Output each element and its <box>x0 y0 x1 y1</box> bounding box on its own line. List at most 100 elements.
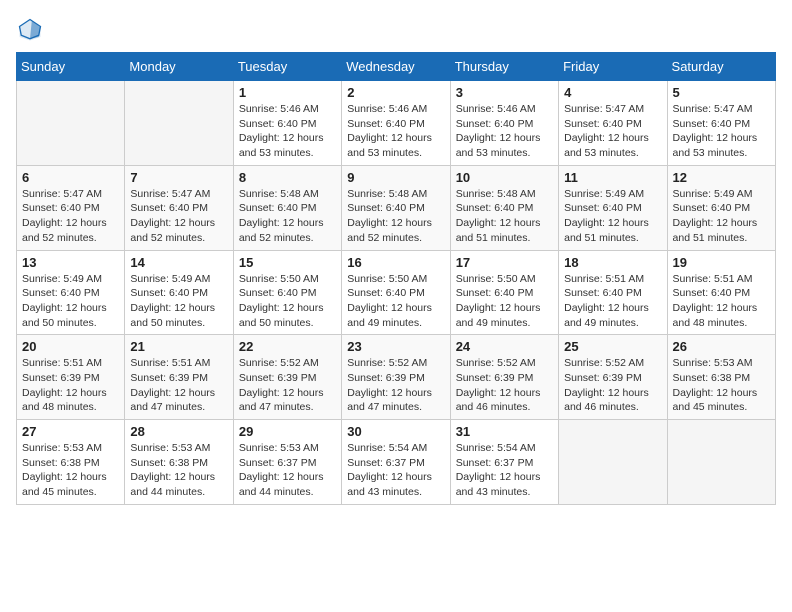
day-number: 1 <box>239 85 336 100</box>
logo-icon <box>16 16 44 44</box>
day-info: Sunrise: 5:48 AM Sunset: 6:40 PM Dayligh… <box>239 187 336 246</box>
col-header-friday: Friday <box>559 53 667 81</box>
day-info: Sunrise: 5:49 AM Sunset: 6:40 PM Dayligh… <box>130 272 227 331</box>
day-info: Sunrise: 5:52 AM Sunset: 6:39 PM Dayligh… <box>347 356 444 415</box>
col-header-sunday: Sunday <box>17 53 125 81</box>
calendar-cell: 9 Sunrise: 5:48 AM Sunset: 6:40 PM Daylig… <box>342 165 450 250</box>
calendar-cell: 3Sunrise: 5:46 AM Sunset: 6:40 PM Daylig… <box>450 81 558 166</box>
day-number: 17 <box>456 255 553 270</box>
calendar-cell: 12Sunrise: 5:49 AM Sunset: 6:40 PM Dayli… <box>667 165 775 250</box>
calendar-cell: 26 Sunrise: 5:53 AM Sunset: 6:38 PM Dayli… <box>667 335 775 420</box>
day-number: 13 <box>22 255 119 270</box>
col-header-thursday: Thursday <box>450 53 558 81</box>
day-number: 24 <box>456 339 553 354</box>
day-info: Sunrise: 5:52 AM Sunset: 6:39 PM Dayligh… <box>456 356 553 415</box>
calendar-cell: 31Sunrise: 5:54 AM Sunset: 6:37 PM Dayli… <box>450 420 558 505</box>
calendar-cell: 13 Sunrise: 5:49 AM Sunset: 6:40 PM Dayli… <box>17 250 125 335</box>
calendar-cell <box>17 81 125 166</box>
col-header-wednesday: Wednesday <box>342 53 450 81</box>
day-number: 8 <box>239 170 336 185</box>
day-info: Sunrise: 5:50 AM Sunset: 6:40 PM Dayligh… <box>347 272 444 331</box>
day-number: 27 <box>22 424 119 439</box>
calendar-cell: 5Sunrise: 5:47 AM Sunset: 6:40 PM Daylig… <box>667 81 775 166</box>
calendar-cell <box>667 420 775 505</box>
calendar-cell: 21 Sunrise: 5:51 AM Sunset: 6:39 PM Dayli… <box>125 335 233 420</box>
day-info: Sunrise: 5:53 AM Sunset: 6:38 PM Dayligh… <box>130 441 227 500</box>
col-header-monday: Monday <box>125 53 233 81</box>
day-info: Sunrise: 5:51 AM Sunset: 6:39 PM Dayligh… <box>22 356 119 415</box>
day-info: Sunrise: 5:48 AM Sunset: 6:40 PM Dayligh… <box>347 187 444 246</box>
day-info: Sunrise: 5:46 AM Sunset: 6:40 PM Dayligh… <box>347 102 444 161</box>
day-number: 22 <box>239 339 336 354</box>
day-info: Sunrise: 5:52 AM Sunset: 6:39 PM Dayligh… <box>239 356 336 415</box>
day-info: Sunrise: 5:53 AM Sunset: 6:37 PM Dayligh… <box>239 441 336 500</box>
day-number: 30 <box>347 424 444 439</box>
day-number: 21 <box>130 339 227 354</box>
day-number: 18 <box>564 255 661 270</box>
calendar-cell: 2 Sunrise: 5:46 AM Sunset: 6:40 PM Daylig… <box>342 81 450 166</box>
calendar-cell: 28 Sunrise: 5:53 AM Sunset: 6:38 PM Dayli… <box>125 420 233 505</box>
calendar-cell: 30 Sunrise: 5:54 AM Sunset: 6:37 PM Dayli… <box>342 420 450 505</box>
day-info: Sunrise: 5:47 AM Sunset: 6:40 PM Dayligh… <box>673 102 770 161</box>
day-number: 29 <box>239 424 336 439</box>
day-info: Sunrise: 5:46 AM Sunset: 6:40 PM Dayligh… <box>456 102 553 161</box>
day-number: 6 <box>22 170 119 185</box>
calendar-cell: 17 Sunrise: 5:50 AM Sunset: 6:40 PM Dayli… <box>450 250 558 335</box>
calendar-cell: 14 Sunrise: 5:49 AM Sunset: 6:40 PM Dayli… <box>125 250 233 335</box>
col-header-tuesday: Tuesday <box>233 53 341 81</box>
day-info: Sunrise: 5:52 AM Sunset: 6:39 PM Dayligh… <box>564 356 661 415</box>
day-info: Sunrise: 5:50 AM Sunset: 6:40 PM Dayligh… <box>239 272 336 331</box>
day-info: Sunrise: 5:49 AM Sunset: 6:40 PM Dayligh… <box>22 272 119 331</box>
day-number: 15 <box>239 255 336 270</box>
day-number: 26 <box>673 339 770 354</box>
day-info: Sunrise: 5:48 AM Sunset: 6:40 PM Dayligh… <box>456 187 553 246</box>
day-number: 23 <box>347 339 444 354</box>
day-info: Sunrise: 5:53 AM Sunset: 6:38 PM Dayligh… <box>22 441 119 500</box>
day-number: 31 <box>456 424 553 439</box>
calendar-body: 1 Sunrise: 5:46 AM Sunset: 6:40 PM Daylig… <box>17 81 776 505</box>
calendar-cell: 23 Sunrise: 5:52 AM Sunset: 6:39 PM Dayli… <box>342 335 450 420</box>
day-info: Sunrise: 5:51 AM Sunset: 6:39 PM Dayligh… <box>130 356 227 415</box>
calendar-cell <box>125 81 233 166</box>
day-info: Sunrise: 5:46 AM Sunset: 6:40 PM Dayligh… <box>239 102 336 161</box>
calendar-cell: 8 Sunrise: 5:48 AM Sunset: 6:40 PM Daylig… <box>233 165 341 250</box>
day-number: 19 <box>673 255 770 270</box>
day-info: Sunrise: 5:49 AM Sunset: 6:40 PM Dayligh… <box>564 187 661 246</box>
day-number: 4 <box>564 85 661 100</box>
day-info: Sunrise: 5:51 AM Sunset: 6:40 PM Dayligh… <box>564 272 661 331</box>
day-info: Sunrise: 5:49 AM Sunset: 6:40 PM Dayligh… <box>673 187 770 246</box>
calendar-cell: 29 Sunrise: 5:53 AM Sunset: 6:37 PM Dayli… <box>233 420 341 505</box>
day-number: 14 <box>130 255 227 270</box>
calendar-header: SundayMondayTuesdayWednesdayThursdayFrid… <box>17 53 776 81</box>
calendar-cell: 11 Sunrise: 5:49 AM Sunset: 6:40 PM Dayli… <box>559 165 667 250</box>
calendar-cell: 27 Sunrise: 5:53 AM Sunset: 6:38 PM Dayli… <box>17 420 125 505</box>
calendar-cell: 16 Sunrise: 5:50 AM Sunset: 6:40 PM Dayli… <box>342 250 450 335</box>
day-info: Sunrise: 5:47 AM Sunset: 6:40 PM Dayligh… <box>130 187 227 246</box>
day-number: 2 <box>347 85 444 100</box>
calendar-cell: 20 Sunrise: 5:51 AM Sunset: 6:39 PM Dayli… <box>17 335 125 420</box>
calendar-cell: 1 Sunrise: 5:46 AM Sunset: 6:40 PM Daylig… <box>233 81 341 166</box>
day-info: Sunrise: 5:51 AM Sunset: 6:40 PM Dayligh… <box>673 272 770 331</box>
calendar-cell: 25 Sunrise: 5:52 AM Sunset: 6:39 PM Dayli… <box>559 335 667 420</box>
day-number: 7 <box>130 170 227 185</box>
day-number: 11 <box>564 170 661 185</box>
day-number: 9 <box>347 170 444 185</box>
calendar-cell <box>559 420 667 505</box>
col-header-saturday: Saturday <box>667 53 775 81</box>
calendar-cell: 18 Sunrise: 5:51 AM Sunset: 6:40 PM Dayli… <box>559 250 667 335</box>
calendar-cell: 24 Sunrise: 5:52 AM Sunset: 6:39 PM Dayli… <box>450 335 558 420</box>
week-row-3: 13 Sunrise: 5:49 AM Sunset: 6:40 PM Dayli… <box>17 250 776 335</box>
calendar-cell: 6Sunrise: 5:47 AM Sunset: 6:40 PM Daylig… <box>17 165 125 250</box>
day-info: Sunrise: 5:54 AM Sunset: 6:37 PM Dayligh… <box>347 441 444 500</box>
calendar-cell: 22 Sunrise: 5:52 AM Sunset: 6:39 PM Dayli… <box>233 335 341 420</box>
day-info: Sunrise: 5:50 AM Sunset: 6:40 PM Dayligh… <box>456 272 553 331</box>
calendar-cell: 19 Sunrise: 5:51 AM Sunset: 6:40 PM Dayli… <box>667 250 775 335</box>
calendar-cell: 15 Sunrise: 5:50 AM Sunset: 6:40 PM Dayli… <box>233 250 341 335</box>
day-number: 28 <box>130 424 227 439</box>
logo <box>16 16 48 44</box>
day-info: Sunrise: 5:53 AM Sunset: 6:38 PM Dayligh… <box>673 356 770 415</box>
day-number: 25 <box>564 339 661 354</box>
day-number: 20 <box>22 339 119 354</box>
page-header <box>16 16 776 44</box>
day-number: 16 <box>347 255 444 270</box>
